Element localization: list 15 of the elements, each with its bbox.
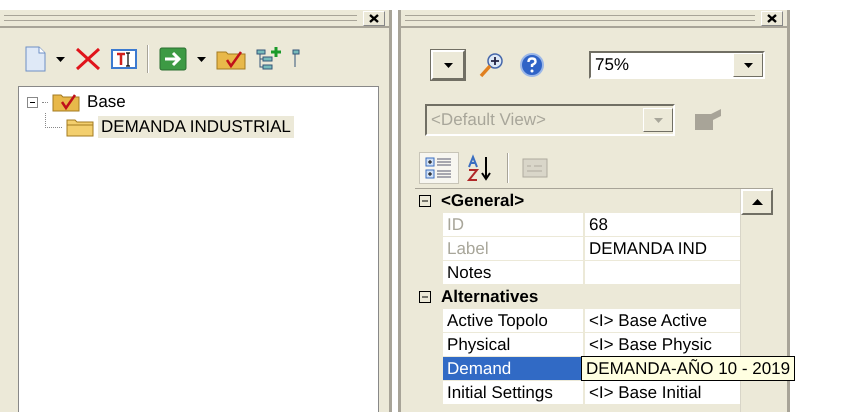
property-value[interactable]: <I> Base Active xyxy=(585,309,740,332)
property-value[interactable]: <I> Base Initial xyxy=(585,381,740,404)
property-name[interactable]: Physical xyxy=(443,333,585,356)
category-title: Alternatives xyxy=(441,287,538,307)
property-name[interactable]: Notes xyxy=(443,261,585,284)
tree-item[interactable]: DEMANDA INDUSTRIAL xyxy=(98,116,294,138)
property-name[interactable]: Active Topolo xyxy=(443,309,585,332)
tree-item[interactable]: Base xyxy=(84,91,129,113)
tooltip: DEMANDA-AÑO 10 - 2019 xyxy=(581,356,796,381)
zoom-combo[interactable]: 75% xyxy=(589,51,765,79)
property-value[interactable]: 68 xyxy=(585,213,740,236)
property-value[interactable]: DEMANDA IND xyxy=(585,237,740,260)
category-title: <General> xyxy=(441,191,524,211)
property-name[interactable]: Initial Settings xyxy=(443,381,585,404)
property-value[interactable]: <I> Base Physic xyxy=(585,333,740,356)
